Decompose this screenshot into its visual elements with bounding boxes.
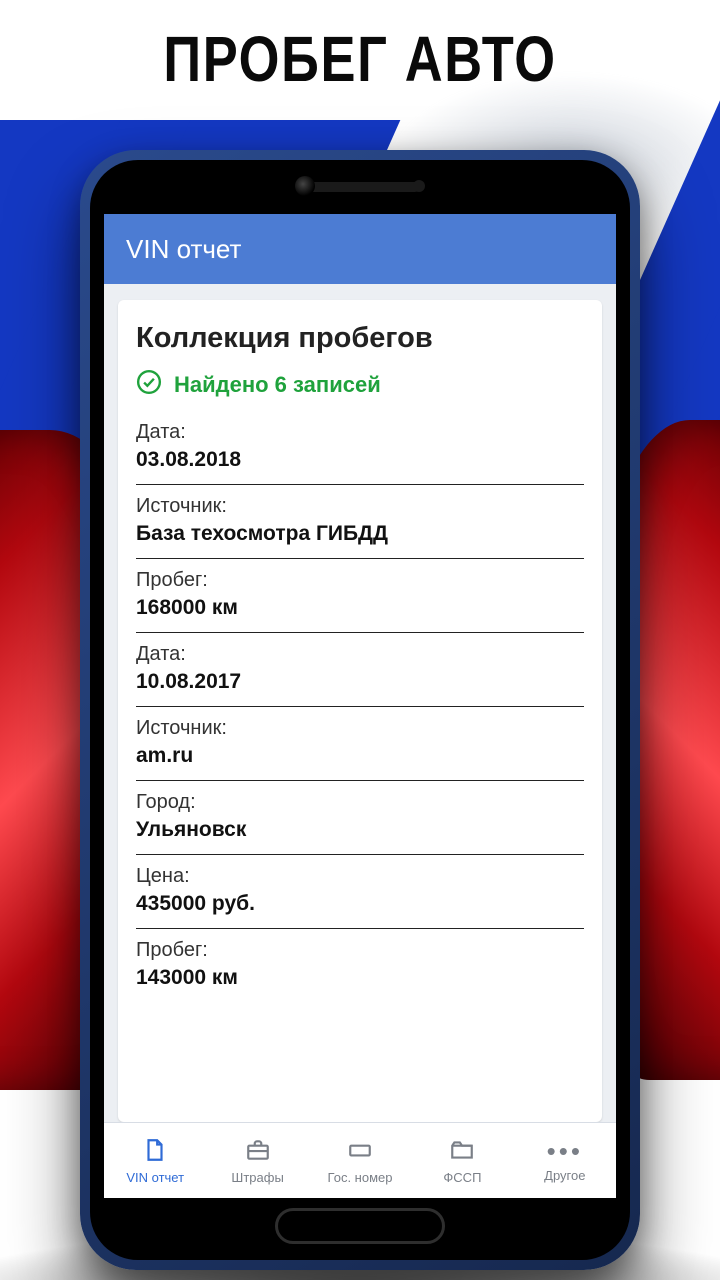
kv-value: 435000 руб.: [136, 892, 584, 916]
tab-label: ФССП: [443, 1170, 481, 1185]
list-item: Дата: 03.08.2018: [136, 411, 584, 485]
tab-vin-report[interactable]: VIN отчет: [104, 1123, 206, 1198]
kv-label: Цена:: [136, 865, 584, 888]
phone-frame: VIN отчет Коллекция пробегов Найдено 6 з…: [80, 150, 640, 1270]
kv-value: 143000 км: [136, 966, 584, 990]
content-area[interactable]: Коллекция пробегов Найдено 6 записей Дат…: [104, 284, 616, 1122]
list-item: Источник: am.ru: [136, 707, 584, 781]
check-circle-icon: [136, 369, 162, 401]
status-text: Найдено 6 записей: [174, 372, 381, 398]
kv-label: Дата:: [136, 643, 584, 666]
tab-other[interactable]: ••• Другое: [514, 1123, 616, 1198]
kv-label: Источник:: [136, 495, 584, 518]
kv-label: Дата:: [136, 421, 584, 444]
tab-fines[interactable]: Штрафы: [206, 1123, 308, 1198]
list-item: Цена: 435000 руб.: [136, 855, 584, 929]
phone-camera: [295, 176, 315, 196]
kv-value: 168000 км: [136, 596, 584, 620]
kv-value: Ульяновск: [136, 818, 584, 842]
kv-label: Город:: [136, 791, 584, 814]
list-item: Дата: 10.08.2017: [136, 633, 584, 707]
app-bar: VIN отчет: [104, 214, 616, 284]
mileage-card: Коллекция пробегов Найдено 6 записей Дат…: [118, 300, 602, 1122]
kv-label: Источник:: [136, 717, 584, 740]
phone-home-button[interactable]: [275, 1208, 445, 1244]
bottom-tab-bar: VIN отчет Штрафы Г: [104, 1122, 616, 1198]
tab-fssp[interactable]: ФССП: [411, 1123, 513, 1198]
kv-value: am.ru: [136, 744, 584, 768]
kv-list: Дата: 03.08.2018 Источник: База техосмот…: [136, 411, 584, 1002]
briefcase-icon: [243, 1137, 273, 1166]
status-row: Найдено 6 записей: [136, 369, 584, 401]
tab-plate[interactable]: Гос. номер: [309, 1123, 411, 1198]
list-item: Источник: База техосмотра ГИБДД: [136, 485, 584, 559]
promo-title: ПРОБЕГ АВТО: [65, 22, 655, 96]
app-bar-title: VIN отчет: [126, 234, 241, 265]
kv-value: 10.08.2017: [136, 670, 584, 694]
list-item: Пробег: 168000 км: [136, 559, 584, 633]
app-screen: VIN отчет Коллекция пробегов Найдено 6 з…: [104, 214, 616, 1198]
list-item: Город: Ульяновск: [136, 781, 584, 855]
folder-icon: [447, 1137, 477, 1166]
kv-value: База техосмотра ГИБДД: [136, 522, 584, 546]
more-icon: •••: [547, 1138, 583, 1164]
tab-label: VIN отчет: [126, 1170, 184, 1185]
kv-label: Пробег:: [136, 569, 584, 592]
kv-label: Пробег:: [136, 939, 584, 962]
document-icon: [140, 1137, 170, 1166]
plate-icon: [345, 1137, 375, 1166]
phone-sensor: [413, 180, 425, 192]
tab-label: Штрафы: [231, 1170, 283, 1185]
tab-label: Другое: [544, 1168, 585, 1183]
phone-speaker: [300, 182, 420, 192]
section-title: Коллекция пробегов: [136, 322, 584, 355]
tab-label: Гос. номер: [328, 1170, 393, 1185]
list-item: Пробег: 143000 км: [136, 929, 584, 1002]
kv-value: 03.08.2018: [136, 448, 584, 472]
